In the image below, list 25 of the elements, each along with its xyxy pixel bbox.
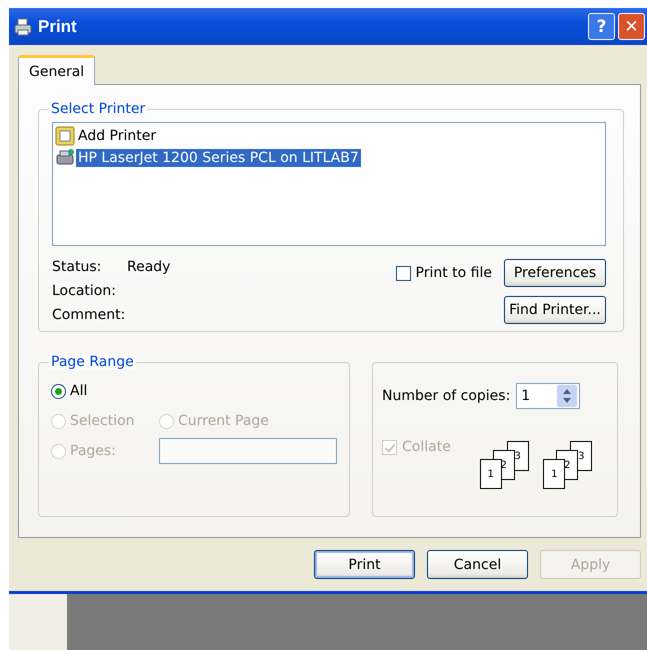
- dialog-button[interactable]: Print: [314, 550, 415, 579]
- radio-button[interactable]: All: [51, 383, 88, 399]
- tab[interactable]: General: [18, 55, 96, 85]
- copies-spinner[interactable]: 1: [516, 383, 580, 409]
- copies-label: Number of copies:: [382, 388, 510, 404]
- window-title: Print: [38, 16, 77, 36]
- info-label: Location:: [52, 283, 117, 301]
- help-button[interactable]: ?: [588, 13, 615, 40]
- add-printer-icon: [55, 126, 75, 146]
- printer-item[interactable]: Add Printer: [76, 127, 158, 145]
- find-printer-button[interactable]: Find Printer...: [504, 296, 606, 324]
- info-value: Ready: [127, 259, 170, 277]
- spinner-arrows-icon: [557, 385, 578, 407]
- info-label: Status:: [52, 259, 102, 277]
- preferences-button[interactable]: Preferences: [504, 259, 606, 287]
- page-sheet: 1: [543, 459, 566, 489]
- printer-list[interactable]: Add Printer HP LaserJet 1200 Series PCL on LITLAB7: [52, 122, 606, 246]
- page-sheet: 1: [480, 459, 502, 489]
- dialog-button[interactable]: Cancel: [427, 550, 528, 579]
- printer-icon: [13, 16, 33, 36]
- info-label: Comment:: [52, 307, 126, 325]
- printer-item[interactable]: HP LaserJet 1200 Series PCL on LITLAB7: [76, 149, 361, 167]
- close-button[interactable]: ✕: [618, 13, 645, 40]
- group-title: Page Range: [49, 354, 136, 370]
- print-to-file-checkbox[interactable]: Print to file: [396, 265, 492, 281]
